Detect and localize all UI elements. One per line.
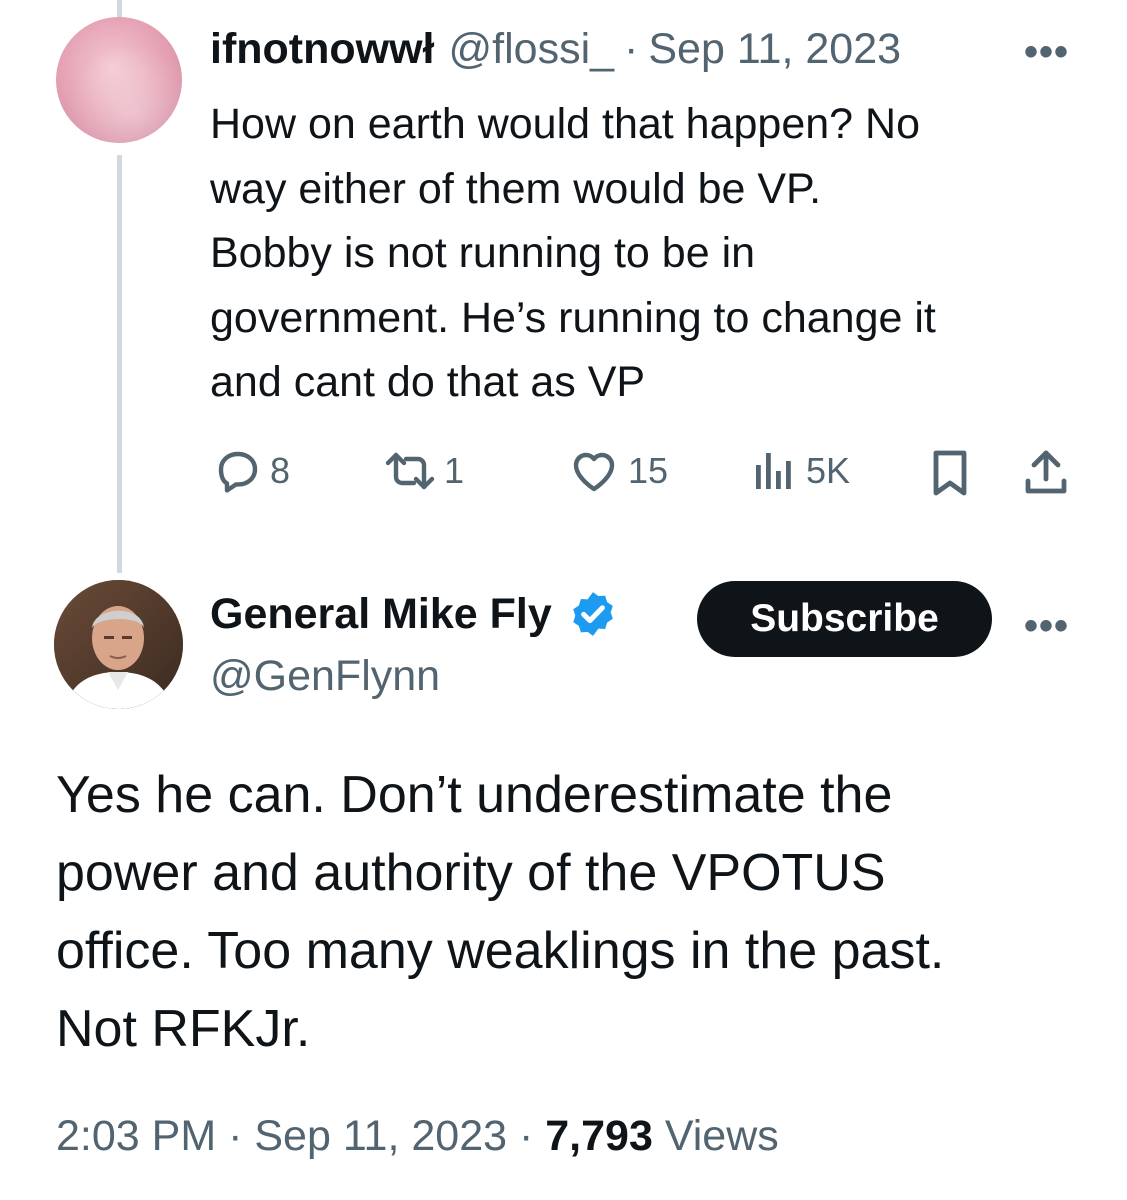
display-name[interactable]: General Mike Fly <box>210 590 552 639</box>
avatar[interactable] <box>54 580 183 709</box>
repost-button[interactable]: 1 <box>384 447 464 495</box>
tweet-text: Yes he can. Don’t underestimate the powe… <box>56 766 945 1058</box>
verified-badge-icon[interactable] <box>568 589 618 639</box>
share-button[interactable] <box>1022 447 1070 499</box>
like-count: 15 <box>628 450 669 491</box>
repost-icon <box>385 452 435 490</box>
separator: · <box>518 1112 534 1160</box>
thread-connector <box>117 155 122 573</box>
handle[interactable]: @GenFlynn <box>210 652 440 701</box>
views-count[interactable]: 7,793 <box>545 1112 653 1160</box>
views-label: Views <box>664 1112 779 1160</box>
heart-icon <box>573 452 615 492</box>
display-name[interactable]: ifnotnowwł <box>210 25 435 74</box>
separator: · <box>228 1112 243 1160</box>
like-button[interactable]: 15 <box>568 447 668 495</box>
bookmark-icon <box>933 450 967 496</box>
view-count: 5K <box>806 450 851 491</box>
share-icon <box>1025 450 1067 494</box>
reply-button[interactable]: 8 <box>214 447 290 495</box>
views-button[interactable]: 5K <box>750 447 850 495</box>
handle[interactable]: @flossi_ <box>449 25 615 74</box>
more-horizontal-icon[interactable]: ••• <box>1024 32 1069 72</box>
avatar[interactable] <box>56 17 182 143</box>
reply-header: ifnotnowwł @flossi_ · Sep 11, 2023 <box>210 24 1090 74</box>
author-row: General Mike Fly <box>210 586 618 642</box>
more-horizontal-icon[interactable]: ••• <box>1024 606 1069 646</box>
separator: · <box>624 24 639 73</box>
reply-icon <box>218 451 258 493</box>
analytics-icon <box>756 453 791 489</box>
reply-count: 8 <box>270 450 291 491</box>
thread-connector-top <box>117 0 122 18</box>
reply-text: How on earth would that happen? No way e… <box>210 100 936 406</box>
tweet-meta: 2:03 PM · Sep 11, 2023 · 7,793 Views <box>56 1112 779 1161</box>
tweet-date[interactable]: Sep 11, 2023 <box>254 1112 507 1160</box>
tweet-time[interactable]: 2:03 PM <box>56 1112 216 1160</box>
subscribe-button[interactable]: Subscribe <box>697 581 992 657</box>
timestamp[interactable]: Sep 11, 2023 <box>648 25 901 74</box>
repost-count: 1 <box>444 450 465 491</box>
bookmark-button[interactable] <box>926 447 974 499</box>
action-bar: 8 1 15 5K <box>214 447 1084 507</box>
